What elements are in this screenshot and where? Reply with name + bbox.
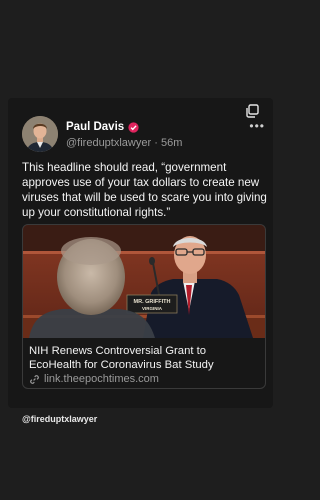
author-handle[interactable]: @fireduptxlawyer (66, 137, 151, 149)
link-icon (30, 374, 39, 384)
post-card[interactable]: ••• Paul Davis @fireduptxlawyer · 56m Th… (8, 98, 273, 408)
link-domain: link.theepochtimes.com (44, 373, 159, 385)
more-icon[interactable]: ••• (249, 120, 265, 132)
author-name[interactable]: Paul Davis (66, 121, 124, 133)
link-title[interactable]: NIH Renews Controversial Grant to EcoHea… (29, 344, 261, 372)
author-meta: @fireduptxlawyer · 56m (66, 137, 182, 149)
meta-separator: · (154, 137, 158, 149)
post-time: 56m (160, 137, 183, 149)
author-name-row: Paul Davis (66, 121, 139, 133)
avatar[interactable] (22, 116, 58, 152)
post-text: This headline should read, “government a… (22, 161, 267, 219)
copy-icon[interactable] (245, 104, 259, 118)
nameplate-name: MR. GRIFFITH (134, 299, 171, 305)
link-domain-row[interactable]: link.theepochtimes.com (29, 373, 159, 385)
footer-handle: @fireduptxlawyer (22, 414, 98, 424)
link-preview-image: MR. GRIFFITH VIRGINIA (23, 225, 265, 338)
nameplate-state: VIRGINIA (142, 306, 163, 311)
link-preview-card[interactable]: MR. GRIFFITH VIRGINIA NIH Renews Controv… (22, 224, 266, 389)
verified-icon (128, 121, 139, 133)
